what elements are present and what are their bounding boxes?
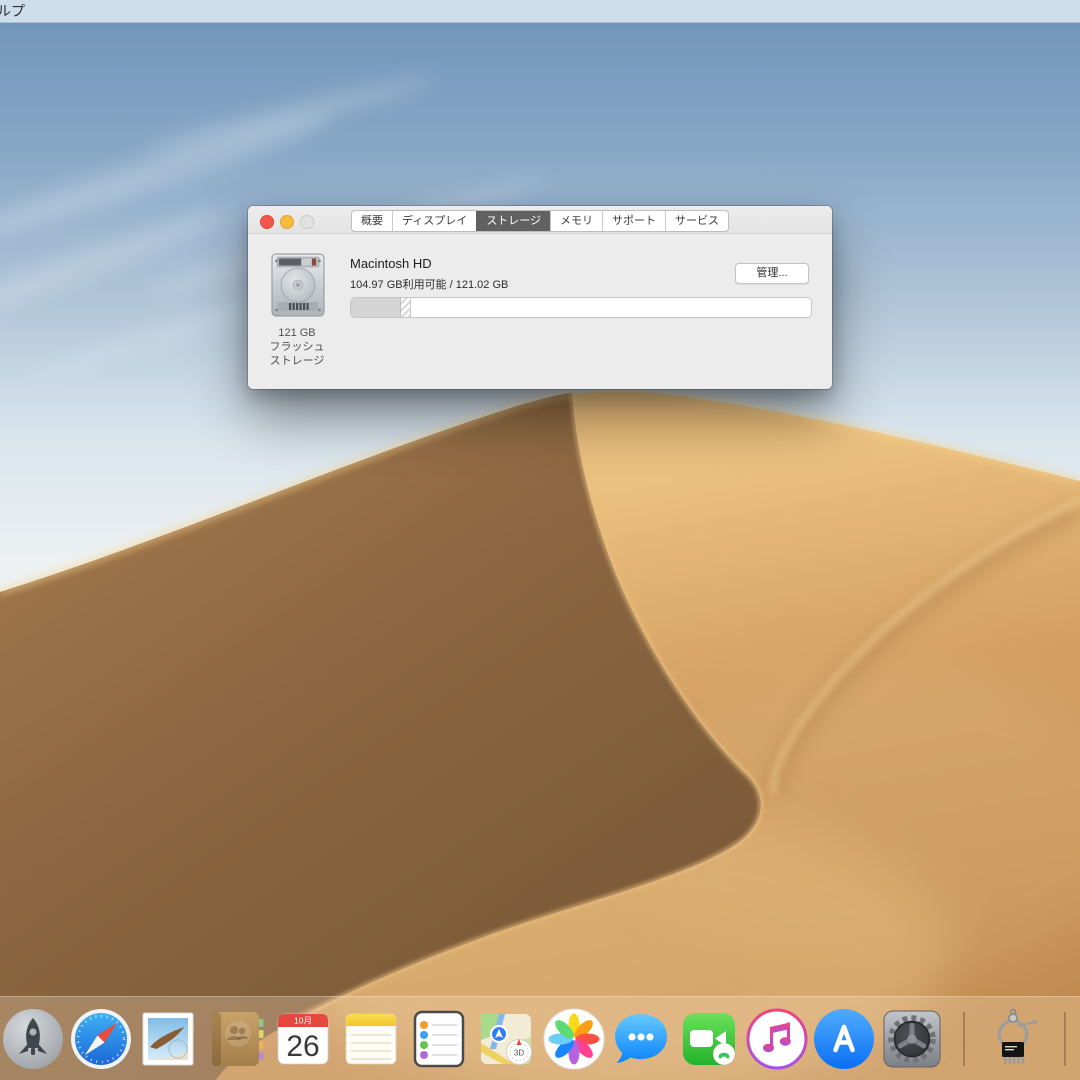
disk-label-line3: ストレージ	[257, 354, 337, 368]
disk-label: 121 GB フラッシュ ストレージ	[257, 326, 337, 368]
dock-item-mail[interactable]	[136, 1007, 200, 1071]
close-button[interactable]	[260, 215, 274, 229]
about-this-mac-window: 概要 ディスプレイ ストレージ メモリ サポート サービス	[248, 206, 832, 389]
dock-item-reminders[interactable]	[407, 1007, 471, 1071]
dock-separator	[963, 1012, 965, 1066]
dock-item-maps[interactable]: 3D	[474, 1007, 538, 1071]
ellipsis-icon	[629, 1033, 654, 1040]
compass-3d-badge: 3D	[507, 1039, 532, 1065]
dock-item-facetime[interactable]	[677, 1007, 741, 1071]
dock-item-launchpad[interactable]	[1, 1007, 65, 1071]
minimize-button[interactable]	[280, 215, 294, 229]
calipers-icon	[999, 1020, 1035, 1044]
menu-bar: ルプ	[0, 0, 1080, 23]
disk-availability: 104.97 GB利用可能 / 121.02 GB	[350, 276, 508, 292]
storage-bar-other	[401, 298, 411, 317]
zoom-button-disabled	[300, 215, 314, 229]
chip-icon	[1002, 1042, 1024, 1064]
svg-text:3D: 3D	[514, 1048, 524, 1057]
disk-name: Macintosh HD	[350, 256, 432, 271]
dock-item-calendar[interactable]: 10月 26	[271, 1007, 335, 1071]
tab-memory[interactable]: メモリ	[550, 211, 602, 231]
storage-bar-free	[411, 298, 811, 317]
tab-displays[interactable]: ディスプレイ	[392, 211, 476, 231]
tab-service[interactable]: サービス	[665, 211, 728, 231]
dock-item-contacts[interactable]	[204, 1007, 268, 1071]
dock-item-messages[interactable]	[609, 1007, 673, 1071]
tab-overview[interactable]: 概要	[352, 211, 392, 231]
dock-item-app-store[interactable]	[812, 1007, 876, 1071]
hard-disk-icon	[269, 253, 327, 319]
disk-label-line1: 121 GB	[257, 326, 337, 340]
dock-item-system-preferences[interactable]	[880, 1007, 944, 1071]
dock: 10月 26	[0, 996, 1080, 1080]
calendar-day: 26	[287, 1030, 320, 1063]
storage-bar-used	[351, 298, 401, 317]
window-titlebar[interactable]: 概要 ディスプレイ ストレージ メモリ サポート サービス	[248, 206, 832, 234]
menu-item-help-partial[interactable]: ルプ	[0, 1, 25, 21]
tab-storage[interactable]: ストレージ	[476, 211, 550, 231]
toolbar-tabs: 概要 ディスプレイ ストレージ メモリ サポート サービス	[351, 210, 729, 232]
calendar-month: 10月	[294, 1015, 312, 1025]
dock-item-itunes[interactable]	[745, 1007, 809, 1071]
dock-item-system-information[interactable]	[981, 1007, 1045, 1071]
dock-item-notes[interactable]	[339, 1007, 403, 1071]
storage-usage-bar	[350, 297, 812, 318]
dock-separator	[1064, 1012, 1066, 1066]
dock-item-safari[interactable]	[69, 1007, 133, 1071]
dock-item-photos[interactable]	[542, 1007, 606, 1071]
manage-button[interactable]: 管理...	[735, 263, 809, 284]
index-tabs	[259, 1019, 264, 1060]
desktop-wallpaper	[0, 0, 1080, 1080]
tab-support[interactable]: サポート	[602, 211, 665, 231]
disk-label-line2: フラッシュ	[257, 340, 337, 354]
